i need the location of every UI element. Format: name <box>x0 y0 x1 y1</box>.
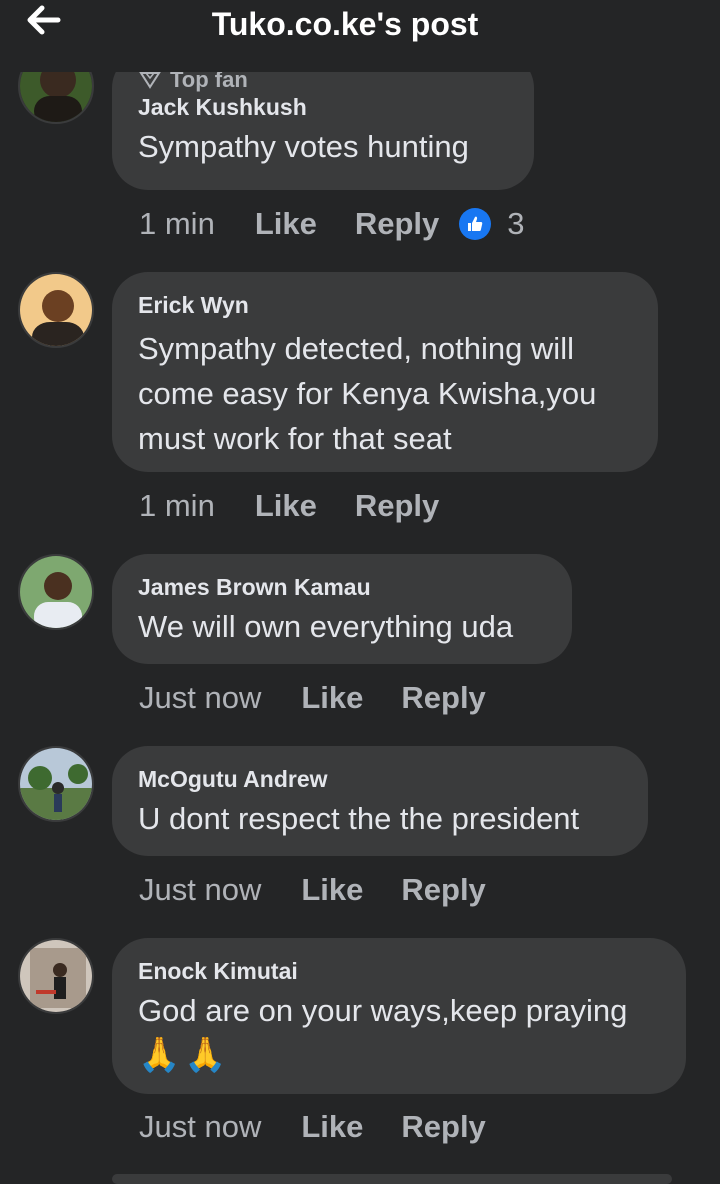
comment-text-body: God are on your ways,keep praying <box>138 993 628 1028</box>
praying-hands-emoji: 🙏🙏 <box>138 1036 231 1074</box>
reply-button[interactable]: Reply <box>401 872 485 908</box>
comment-actions: Just now Like Reply <box>139 1109 506 1145</box>
avatar[interactable] <box>18 554 94 630</box>
comment-author[interactable]: Jack Kushkush <box>138 92 508 122</box>
comment-text: Sympathy detected, nothing will come eas… <box>138 331 597 456</box>
comment-actions: 1 min Like Reply <box>139 488 459 524</box>
comment-text: U dont respect the the president <box>138 801 580 836</box>
comment-bubble: Enock Kimutai God are on your ways,keep … <box>112 938 686 1094</box>
comment-bubble: McOgutu Andrew U dont respect the the pr… <box>112 746 648 856</box>
comment-text: Sympathy votes hunting <box>138 129 469 164</box>
comment-text: God are on your ways,keep praying 🙏🙏 <box>138 988 660 1078</box>
avatar[interactable] <box>18 272 94 348</box>
like-button[interactable]: Like <box>255 206 317 242</box>
comment-bubble: Erick Wyn Sympathy detected, nothing wil… <box>112 272 658 472</box>
comment-author[interactable]: Erick Wyn <box>138 290 632 320</box>
avatar[interactable] <box>18 938 94 1014</box>
thumbs-up-icon[interactable] <box>459 208 492 240</box>
comment-author[interactable]: Enock Kimutai <box>138 956 660 986</box>
like-button[interactable]: Like <box>301 872 363 908</box>
top-bar: Tuko.co.ke's post <box>0 0 720 72</box>
diamond-icon <box>139 72 161 89</box>
comment-actions: Just now Like Reply <box>139 680 506 716</box>
reply-button[interactable]: Reply <box>355 488 439 524</box>
comment-actions: 1 min Like Reply 3 <box>139 206 525 242</box>
comment-timestamp[interactable]: 1 min <box>139 206 215 242</box>
comment-bubble: James Brown Kamau We will own everything… <box>112 554 572 664</box>
like-button[interactable]: Like <box>301 680 363 716</box>
comment-author[interactable]: McOgutu Andrew <box>138 764 622 794</box>
comment-timestamp[interactable]: Just now <box>139 872 261 908</box>
reply-button[interactable]: Reply <box>401 1109 485 1145</box>
like-button[interactable]: Like <box>301 1109 363 1145</box>
comment-timestamp[interactable]: Just now <box>139 680 261 716</box>
reaction-count[interactable]: 3 <box>507 206 524 242</box>
reply-button[interactable]: Reply <box>401 680 485 716</box>
next-comment-edge <box>112 1174 672 1184</box>
page-title: Tuko.co.ke's post <box>211 6 479 42</box>
comment-actions: Just now Like Reply <box>139 872 506 908</box>
comment-text: We will own everything uda <box>138 609 514 644</box>
comment-timestamp[interactable]: Just now <box>139 1109 261 1145</box>
comment-author[interactable]: James Brown Kamau <box>138 572 546 602</box>
avatar[interactable] <box>18 746 94 822</box>
reply-button[interactable]: Reply <box>355 206 439 242</box>
comment-timestamp[interactable]: 1 min <box>139 488 215 524</box>
comment-bubble: Top fan Jack Kushkush Sympathy votes hun… <box>112 52 534 190</box>
like-button[interactable]: Like <box>255 488 317 524</box>
